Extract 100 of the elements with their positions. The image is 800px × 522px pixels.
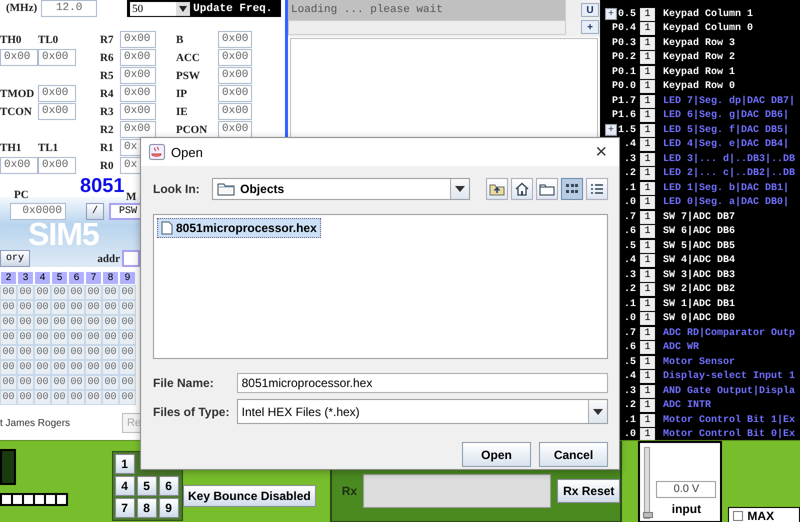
- update-dropdown[interactable]: 50: [130, 2, 190, 16]
- scrollbar[interactable]: [565, 0, 580, 20]
- voltage-field[interactable]: 0.0 V: [656, 481, 716, 498]
- console-text: Loading ... please wait: [290, 3, 444, 18]
- keypad-key[interactable]: 1: [114, 454, 135, 474]
- pin-value[interactable]: 1: [640, 182, 655, 195]
- slash-button[interactable]: /: [86, 203, 104, 220]
- register-field[interactable]: 0x00: [218, 66, 252, 84]
- look-in-combo[interactable]: Objects: [212, 178, 470, 200]
- memory-cell: 00: [34, 315, 51, 330]
- register-field[interactable]: 0x00: [0, 48, 38, 66]
- register-field[interactable]: 0x00: [120, 84, 156, 102]
- expand-button[interactable]: +: [604, 8, 617, 20]
- pin-value[interactable]: 1: [640, 341, 655, 354]
- pin-value[interactable]: 1: [640, 312, 655, 326]
- pin-value[interactable]: 1: [640, 109, 655, 122]
- toolbar-button[interactable]: [486, 178, 508, 200]
- pin-value[interactable]: 1: [640, 51, 655, 64]
- pin-value[interactable]: 1: [640, 124, 655, 137]
- register-field[interactable]: 0x00: [120, 102, 156, 120]
- register-field[interactable]: 0x00: [218, 30, 252, 48]
- register-label: IE: [176, 106, 189, 118]
- column-header: 3: [17, 271, 34, 285]
- pin-value[interactable]: 1: [640, 414, 655, 427]
- register-field[interactable]: 0x00: [38, 156, 76, 174]
- register-field[interactable]: 0x00: [120, 30, 156, 48]
- toolbar-button[interactable]: [586, 178, 608, 200]
- pin-value[interactable]: 1: [640, 254, 655, 268]
- dialog-button[interactable]: Open: [462, 442, 531, 467]
- pin-value[interactable]: 1: [640, 268, 655, 282]
- console-button[interactable]: U: [581, 3, 599, 17]
- pin-label: P1.6: [612, 110, 636, 122]
- register-field[interactable]: 0x00: [120, 66, 156, 84]
- dialog-button[interactable]: Cancel: [539, 442, 608, 467]
- pin-value[interactable]: 1: [640, 66, 655, 79]
- file-item[interactable]: 8051microprocessor.hex: [157, 218, 321, 238]
- keypad-key[interactable]: 9: [158, 498, 179, 518]
- register-field[interactable]: 0x00: [120, 120, 156, 138]
- memory-cell: 00: [0, 285, 17, 300]
- pin-value[interactable]: 1: [640, 283, 655, 296]
- toolbar-button[interactable]: [536, 178, 558, 200]
- pin-value[interactable]: 1: [640, 370, 655, 384]
- console-button[interactable]: +: [581, 20, 599, 34]
- keypad-key[interactable]: 4: [114, 476, 135, 496]
- pin-value[interactable]: 1: [640, 399, 655, 412]
- keypad-key[interactable]: 8: [136, 498, 157, 518]
- memory-cell: 00: [102, 390, 119, 405]
- close-button[interactable]: ×: [591, 142, 611, 162]
- max-checkbox[interactable]: [733, 511, 744, 521]
- addr-field[interactable]: [122, 250, 140, 267]
- pin-value[interactable]: 1: [640, 210, 655, 224]
- pin-value[interactable]: 1: [640, 225, 655, 238]
- file-type-combo[interactable]: Intel HEX Files (*.hex): [236, 399, 608, 424]
- pin-value[interactable]: 1: [640, 298, 655, 311]
- register-field[interactable]: 0x00: [218, 102, 252, 120]
- keypad-key[interactable]: 6: [158, 476, 179, 496]
- pin-value[interactable]: 1: [640, 167, 655, 180]
- rx-reset-button[interactable]: Rx Reset: [557, 479, 620, 503]
- toolbar-button[interactable]: [511, 178, 533, 200]
- memory-button[interactable]: ory: [0, 250, 30, 267]
- pin-value[interactable]: 1: [640, 240, 655, 253]
- register-field[interactable]: 0x00: [0, 156, 38, 174]
- pin-value[interactable]: 1: [640, 80, 655, 94]
- register-field[interactable]: 0x00: [38, 48, 76, 66]
- pin-value[interactable]: 1: [640, 152, 655, 166]
- keypad-key[interactable]: 7: [114, 498, 135, 518]
- clock-field[interactable]: 12.0: [41, 0, 98, 17]
- register-field[interactable]: 0x00: [218, 48, 252, 66]
- register-field[interactable]: 0x00: [120, 48, 156, 66]
- scrollbar[interactable]: [288, 20, 566, 35]
- register-field[interactable]: 0x00: [218, 120, 252, 138]
- pin-value[interactable]: 1: [640, 428, 655, 440]
- slider-thumb[interactable]: [643, 512, 654, 518]
- pin-value[interactable]: 1: [640, 8, 655, 21]
- keypad-key[interactable]: 5: [136, 476, 157, 496]
- voltage-slider[interactable]: [644, 447, 650, 519]
- pin-description: SW 2|ADC DB2: [663, 284, 736, 296]
- pin-value[interactable]: 1: [640, 326, 655, 340]
- memory-cell: 00: [119, 390, 136, 405]
- expand-button[interactable]: +: [604, 124, 617, 136]
- file-name-field[interactable]: 8051microprocessor.hex: [236, 373, 608, 393]
- pin-value[interactable]: 1: [640, 356, 655, 369]
- pin-value[interactable]: 1: [640, 36, 655, 50]
- key-bounce-button[interactable]: Key Bounce Disabled: [183, 485, 316, 507]
- register-label: TL0: [38, 34, 58, 46]
- register-field[interactable]: 0x00: [218, 84, 252, 102]
- pin-value[interactable]: 1: [640, 196, 655, 210]
- pin-value[interactable]: 1: [640, 22, 655, 36]
- pc-field[interactable]: 0x0000: [10, 203, 66, 220]
- memory-cell: 00: [119, 330, 136, 345]
- pin-value[interactable]: 1: [640, 94, 655, 108]
- register-field[interactable]: 0x00: [38, 84, 76, 102]
- rx-field[interactable]: [363, 474, 552, 508]
- pin-label: P0.3: [612, 38, 636, 49]
- pin-value[interactable]: 1: [640, 384, 655, 398]
- memory-cell: 00: [68, 285, 85, 300]
- pin-value[interactable]: 1: [640, 138, 655, 152]
- memory-cell: 00: [51, 360, 68, 375]
- register-field[interactable]: 0x00: [38, 102, 76, 120]
- toolbar-button[interactable]: [561, 178, 583, 200]
